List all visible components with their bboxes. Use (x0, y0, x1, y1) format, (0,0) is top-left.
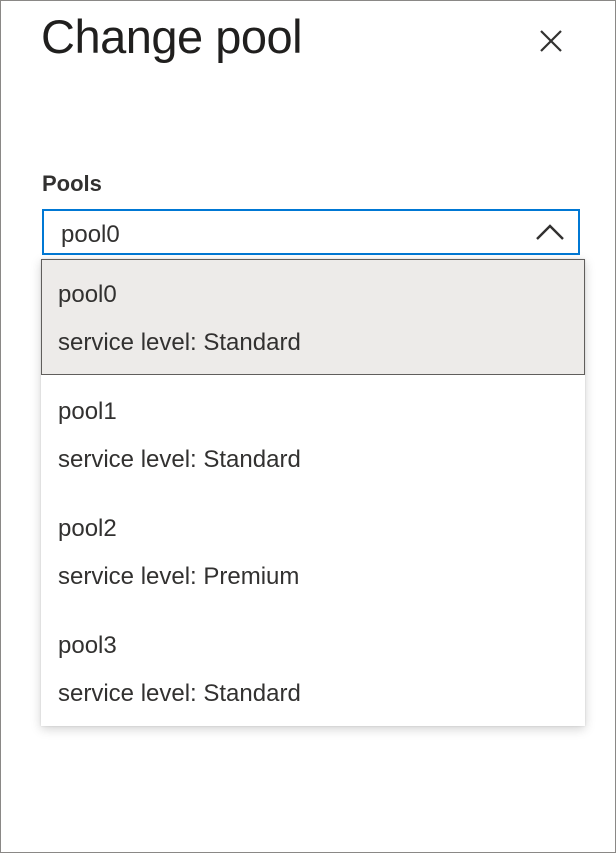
pool-option-service-level: service level: Standard (58, 680, 301, 707)
close-button[interactable] (533, 23, 569, 59)
pool-option-name: pool0 (58, 281, 117, 308)
pools-selected-value: pool0 (61, 221, 120, 248)
pool-option-pool1[interactable]: pool1 service level: Standard (41, 376, 585, 492)
pools-dropdown[interactable]: pool0 (42, 209, 580, 255)
pool-option-pool3[interactable]: pool3 service level: Standard (41, 610, 585, 726)
change-pool-panel: Change pool Pools pool0 pool0 service le… (0, 0, 616, 853)
pool-option-pool2[interactable]: pool2 service level: Premium (41, 493, 585, 609)
pool-option-pool0[interactable]: pool0 service level: Standard (41, 259, 585, 375)
pool-option-service-level: service level: Standard (58, 329, 301, 356)
panel-title: Change pool (41, 10, 303, 63)
pool-option-name: pool2 (58, 515, 117, 542)
pools-label: Pools (42, 171, 102, 196)
chevron-up-icon (534, 221, 566, 243)
close-icon (540, 30, 562, 52)
pool-option-service-level: service level: Premium (58, 563, 300, 590)
pool-option-name: pool3 (58, 632, 117, 659)
pool-option-name: pool1 (58, 398, 117, 425)
pool-option-service-level: service level: Standard (58, 446, 301, 473)
pools-dropdown-list: pool0 service level: Standard pool1 serv… (41, 259, 585, 726)
